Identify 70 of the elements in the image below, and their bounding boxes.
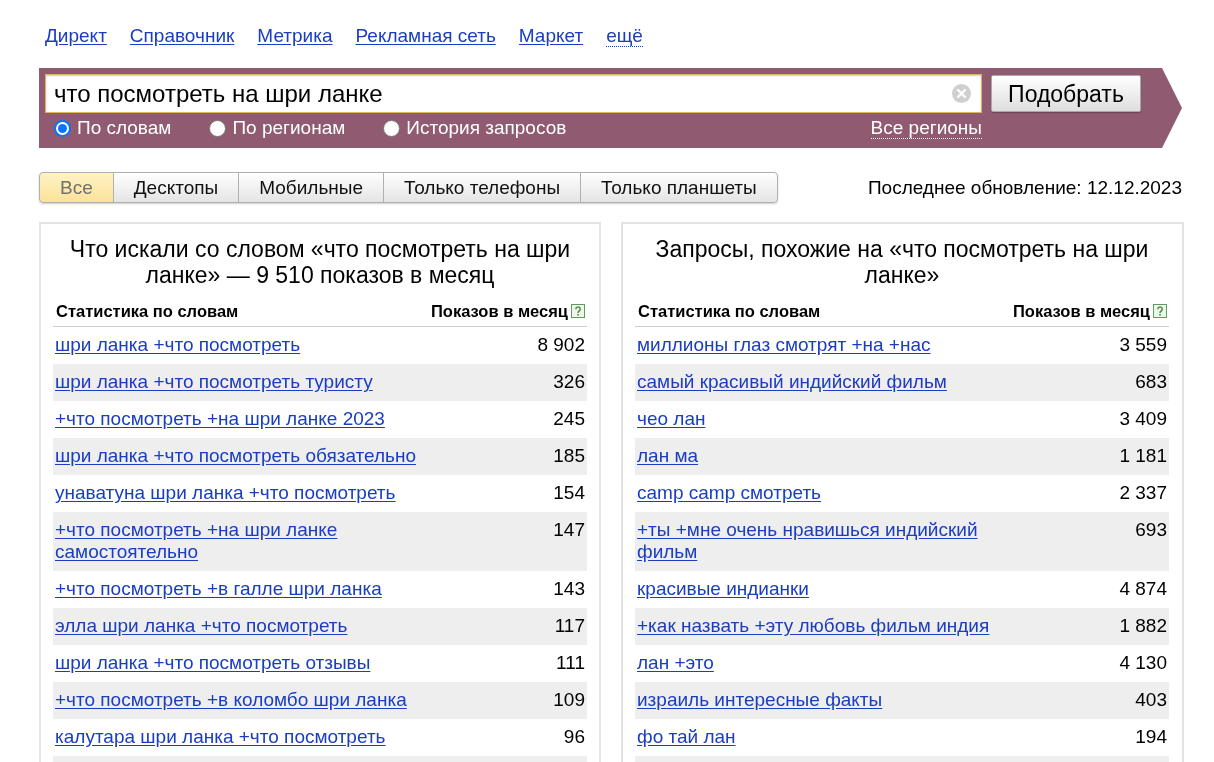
phrase-link[interactable]: camp camp смотреть [637, 482, 821, 504]
device-tab[interactable]: Десктопы [112, 172, 240, 203]
help-icon[interactable] [1153, 304, 1167, 318]
column-header: Показов в месяц [1013, 301, 1150, 321]
phrase-link[interactable]: миллионы глаз смотрят +на +нас [637, 334, 931, 356]
search-field[interactable]: что посмотреть на шри ланке [45, 74, 982, 113]
nav-link[interactable]: Маркет [518, 25, 584, 47]
column-header: Статистика по словам [56, 301, 239, 321]
device-tab[interactable]: Все [39, 172, 114, 203]
phrase-link[interactable]: шри ланка +что посмотреть отзывы [55, 652, 371, 674]
phrase-link[interactable]: +что посмотреть +в коломбо шри ланка [55, 689, 407, 711]
panel-title: Запросы, похожие на «что посмотреть на шри ланке» [654, 236, 1150, 288]
count-cell: 143 [553, 578, 585, 600]
phrase-link[interactable]: шри ланка +что посмотреть туристу [55, 371, 373, 393]
column-header: Статистика по словам [638, 301, 821, 321]
count-cell: 154 [553, 482, 585, 504]
count-cell: 109 [553, 689, 585, 711]
more-link[interactable]: ещё [606, 25, 643, 47]
count-cell: 4 130 [1119, 652, 1167, 674]
phrase-link[interactable]: лан +это [637, 652, 714, 674]
device-tab[interactable]: Мобильные [238, 172, 385, 203]
count-cell: 2 337 [1119, 482, 1167, 504]
phrase-link[interactable]: самый красивый индийский фильм [637, 371, 947, 393]
count-cell: 111 [556, 652, 585, 674]
phrase-link[interactable]: +как назвать +эту любовь фильм индия [637, 615, 990, 637]
phrase-link[interactable]: элла шри ланка +что посмотреть [55, 615, 348, 637]
count-cell: 96 [563, 726, 585, 748]
search-mode-radio[interactable]: По словам [54, 117, 172, 139]
phrase-link[interactable]: +что посмотреть +на шри ланке 2023 [55, 408, 385, 430]
count-cell: 185 [553, 445, 585, 467]
column-header: Показов в месяц [431, 301, 568, 321]
search-mode-radio[interactable]: По регионам [209, 117, 346, 139]
phrase-link[interactable]: калутара шри ланка +что посмотреть [55, 726, 386, 748]
count-cell: 194 [1135, 726, 1167, 748]
phrase-link[interactable]: лан ма [637, 445, 699, 467]
count-cell: 245 [553, 408, 585, 430]
phrase-link[interactable]: шри ланка +что посмотреть [55, 334, 301, 356]
nav-link[interactable]: Справочник [129, 25, 235, 47]
phrase-link[interactable]: +что посмотреть +в галле шри ланка [55, 578, 382, 600]
region-link[interactable]: Все регионы [870, 117, 982, 139]
phrase-link[interactable]: израиль интересные факты [637, 689, 883, 711]
nav-link[interactable]: Рекламная сеть [355, 25, 496, 47]
help-icon[interactable] [571, 304, 585, 318]
count-cell: 147 [553, 519, 585, 541]
nav-link[interactable]: Директ [45, 25, 107, 47]
phrase-link[interactable]: +что посмотреть +на шри ланке самостоятельно [55, 519, 435, 563]
count-cell: 403 [1135, 689, 1167, 711]
nav-link[interactable]: Метрика [257, 25, 333, 47]
count-cell: 3 409 [1119, 408, 1167, 430]
phrase-link[interactable]: шри ланка +что посмотреть обязательно [55, 445, 417, 467]
phrase-link[interactable]: +ты +мне очень нравишься индийский фильм [637, 519, 1017, 563]
search-button[interactable]: Подобрать [991, 75, 1141, 112]
phrase-link[interactable]: унаватуна шри ланка +что посмотреть [55, 482, 396, 504]
count-cell: 4 874 [1119, 578, 1167, 600]
count-cell: 1 882 [1119, 615, 1167, 637]
count-cell: 8 902 [537, 334, 585, 356]
search-mode-radio[interactable]: История запросов [383, 117, 567, 139]
device-tab[interactable]: Только планшеты [580, 172, 778, 203]
count-cell: 117 [554, 615, 585, 637]
panel-title: Что искали со словом «что посмотреть на шри ланке» — 9 510 показов в месяц [68, 236, 572, 288]
count-cell: 683 [1135, 371, 1167, 393]
phrase-link[interactable]: чео лан [637, 408, 706, 430]
count-cell: 1 181 [1119, 445, 1167, 467]
phrase-link[interactable]: красивые индианки [637, 578, 809, 600]
count-cell: 326 [553, 371, 585, 393]
device-tab[interactable]: Только телефоны [383, 172, 582, 203]
count-cell: 693 [1135, 519, 1167, 541]
phrase-link[interactable]: фо тай лан [637, 726, 736, 748]
last-update-text: Последнее обновление: 12.12.2023 [867, 176, 1183, 199]
count-cell: 3 559 [1119, 334, 1167, 356]
